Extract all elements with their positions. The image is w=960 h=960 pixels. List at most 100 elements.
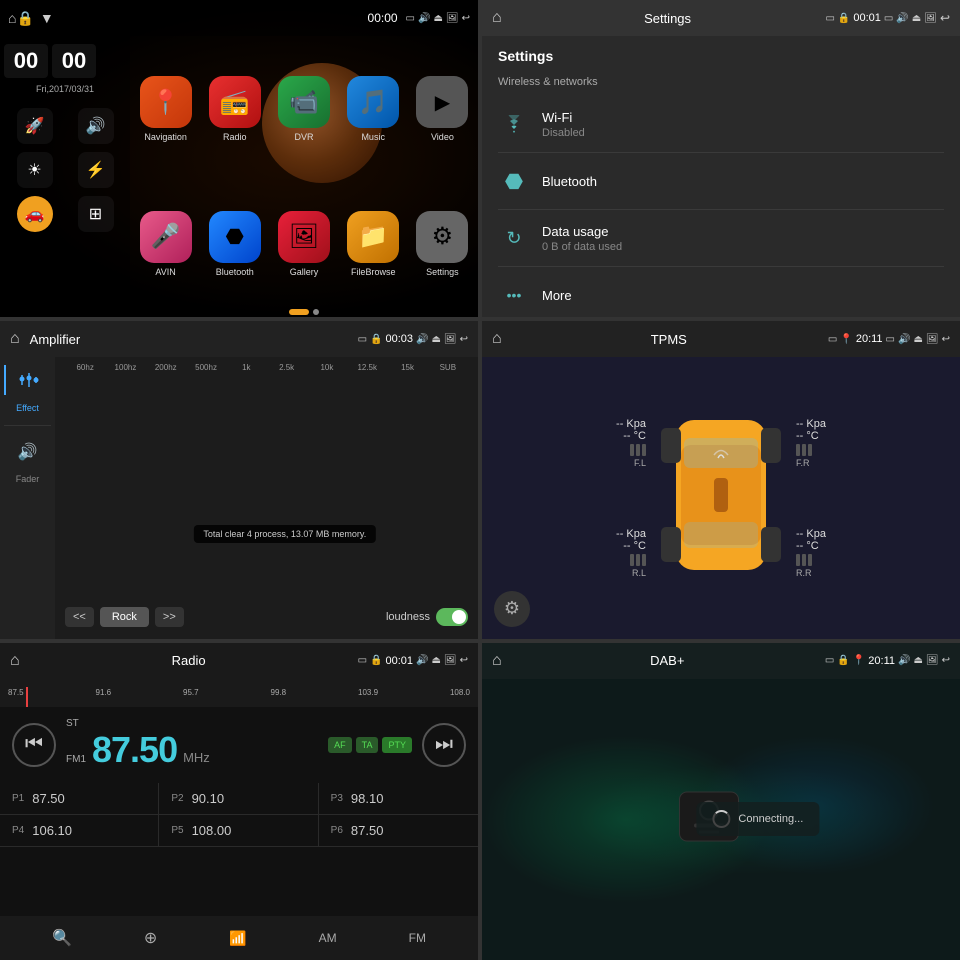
pic-icon: 🖼 [446, 13, 459, 24]
home-icon[interactable]: ⌂ [8, 10, 16, 26]
radio-band: FM1 [66, 754, 86, 765]
amp-home-icon[interactable]: ⌂ [10, 330, 20, 348]
video-icon: ▶ [416, 76, 468, 128]
dab-screen-icon: ▭ [825, 655, 834, 666]
wifi-info: Wi-Fi Disabled [542, 110, 944, 139]
dab-back-icon[interactable]: ↩ [942, 655, 950, 666]
dab-lock-icon: 🔒 [837, 655, 849, 666]
radio-tag: ST [66, 718, 79, 729]
settings-back-icon[interactable]: ↩ [940, 11, 950, 25]
dab-time: 20:11 [868, 655, 895, 667]
tire-rl-bars [616, 554, 646, 566]
bt-name: Bluetooth [542, 174, 944, 189]
eq-label-4: 1k [226, 363, 266, 372]
sidebar-car-icon[interactable]: 🚗 [17, 196, 53, 232]
amp-screen-icon: ▭ [358, 334, 367, 345]
preset-p3[interactable]: P3 98.10 [319, 783, 478, 814]
settings-eject-icon: ⏏ [912, 13, 921, 24]
eq-label-0: 60hz [65, 363, 105, 372]
radio-antenna-btn[interactable]: ⊕ [144, 928, 157, 948]
music-icon: 🎵 [347, 76, 399, 128]
preset-p4-freq: 106.10 [32, 823, 72, 838]
home-status-icons: ▭ 🔊 ⏏ 🖼 ↩ [406, 13, 470, 24]
settings-bt-item[interactable]: ⬣ Bluetooth [498, 153, 944, 210]
amp-time: 00:03 [385, 333, 413, 345]
app-filebrowse[interactable]: 📁 FileBrowse [343, 181, 404, 308]
func-pty-btn[interactable]: PTY [382, 737, 412, 753]
home-bottom-bar [130, 307, 478, 317]
func-af-btn[interactable]: AF [328, 737, 352, 753]
preset-p5[interactable]: P5 108.00 [159, 815, 318, 846]
sidebar-row-1: 🚀 🔊 [4, 108, 126, 144]
app-avin[interactable]: 🎤 AVIN [135, 181, 196, 308]
dab-home-icon[interactable]: ⌂ [492, 652, 502, 670]
amp-next-btn[interactable]: >> [155, 607, 184, 627]
app-radio[interactable]: 📻 Radio [204, 46, 265, 173]
app-music[interactable]: 🎵 Music [343, 46, 404, 173]
tpms-home-icon[interactable]: ⌂ [492, 330, 502, 348]
app-grid: 📍 Navigation 📻 Radio 📹 DVR 🎵 Music ▶ Vid… [130, 36, 478, 317]
radio-fm-btn[interactable]: FM [409, 931, 426, 945]
preset-p1[interactable]: P1 87.50 [0, 783, 159, 814]
preset-p6[interactable]: P6 87.50 [319, 815, 478, 846]
settings-home-icon[interactable]: ⌂ [492, 9, 502, 27]
eq-label-8: 15k [387, 363, 427, 372]
settings-more-item[interactable]: ••• More [498, 267, 944, 317]
preset-p6-freq: 87.50 [351, 823, 384, 838]
sidebar-row-2: ☀ ⚡ [4, 152, 126, 188]
func-ta-btn[interactable]: TA [356, 737, 379, 753]
sidebar-eq-icon[interactable]: ⚡ [78, 152, 114, 188]
radio-am-btn[interactable]: AM [319, 931, 337, 945]
page-dot-1[interactable] [289, 309, 309, 315]
amp-back-icon[interactable]: ↩ [460, 334, 468, 345]
sidebar-dots-icon[interactable]: ⊞ [78, 196, 114, 232]
preset-p4[interactable]: P4 106.10 [0, 815, 159, 846]
radio-bottom-bar: 🔍 ⊕ 📶 AM FM [0, 916, 478, 960]
preset-p2[interactable]: P2 90.10 [159, 783, 318, 814]
app-dvr[interactable]: 📹 DVR [273, 46, 334, 173]
screen-icon: ▭ [406, 13, 415, 24]
app-bluetooth[interactable]: ⬣ Bluetooth [204, 181, 265, 308]
radio-fm-signal-btn[interactable]: 📶 [229, 930, 246, 947]
radio-search-btn[interactable]: 🔍 [52, 928, 72, 948]
amp-vol-btn[interactable]: 🔊 [4, 438, 51, 466]
amp-effect-btn[interactable] [4, 365, 51, 395]
tpms-back-icon[interactable]: ↩ [942, 334, 950, 345]
page-dot-2[interactable] [313, 309, 319, 315]
app-video[interactable]: ▶ Video [412, 46, 473, 173]
settings-wifi-item[interactable]: Wi-Fi Disabled [498, 96, 944, 153]
eq-label-6: 10k [307, 363, 347, 372]
settings-data-item[interactable]: ↻ Data usage 0 B of data used [498, 210, 944, 267]
radio-prev-btn[interactable]: ⏮ [12, 723, 56, 767]
app-gallery[interactable]: 🖼 Gallery [273, 181, 334, 308]
more-info: More [542, 288, 944, 303]
home-time: 00:00 [368, 11, 398, 25]
settings-vol-icon: 🔊 [896, 13, 908, 24]
app-navigation[interactable]: 📍 Navigation [135, 46, 196, 173]
amp-prev-btn[interactable]: << [65, 607, 94, 627]
dab-status: ▭ 🔒 📍 20:11 🔊 ⏏ 🖼 ↩ [825, 655, 950, 667]
tpms-topbar: ⌂ TPMS ▭ 📍 20:11 ▭ 🔊 ⏏ 🖼 ↩ [482, 321, 960, 357]
tpms-settings-btn[interactable]: ⚙ [494, 591, 530, 627]
navigation-icon: 📍 [140, 76, 192, 128]
preset-p6-num: P6 [331, 825, 343, 836]
app-settings[interactable]: ⚙ Settings [412, 181, 473, 308]
tire-fl-kpa: -- Kpa [616, 418, 646, 430]
amp-preset-btn[interactable]: Rock [100, 607, 149, 627]
radio-next-btn[interactable]: ⏭ [422, 723, 466, 767]
sidebar-vol-icon[interactable]: 🔊 [78, 108, 114, 144]
sidebar-rocket-icon[interactable]: 🚀 [17, 108, 53, 144]
vol-icon: 🔊 [418, 13, 430, 24]
freq-bar: 87.5 91.6 95.7 99.8 103.9 108.0 [0, 679, 478, 707]
panel-radio: ⌂ Radio ▭ 🔒 00:01 🔊 ⏏ 🖼 ↩ 87.5 91.6 95.7 [0, 643, 478, 960]
video-label: Video [431, 132, 454, 142]
radio-home-icon[interactable]: ⌂ [10, 652, 20, 670]
radio-back-icon[interactable]: ↩ [460, 655, 468, 666]
home-topbar: ⌂ 🔒 ▼ 00:00 ▭ 🔊 ⏏ 🖼 ↩ [0, 0, 478, 36]
sidebar-brightness-icon[interactable]: ☀ [17, 152, 53, 188]
back-icon[interactable]: ↩ [462, 13, 470, 24]
settings-content: Settings Wireless & networks Wi-Fi Disab… [482, 36, 960, 317]
sidebar-row-3: 🚗 ⊞ [4, 196, 126, 232]
loudness-toggle[interactable] [436, 608, 468, 626]
settings-lock-icon: 🔒 [838, 13, 850, 24]
